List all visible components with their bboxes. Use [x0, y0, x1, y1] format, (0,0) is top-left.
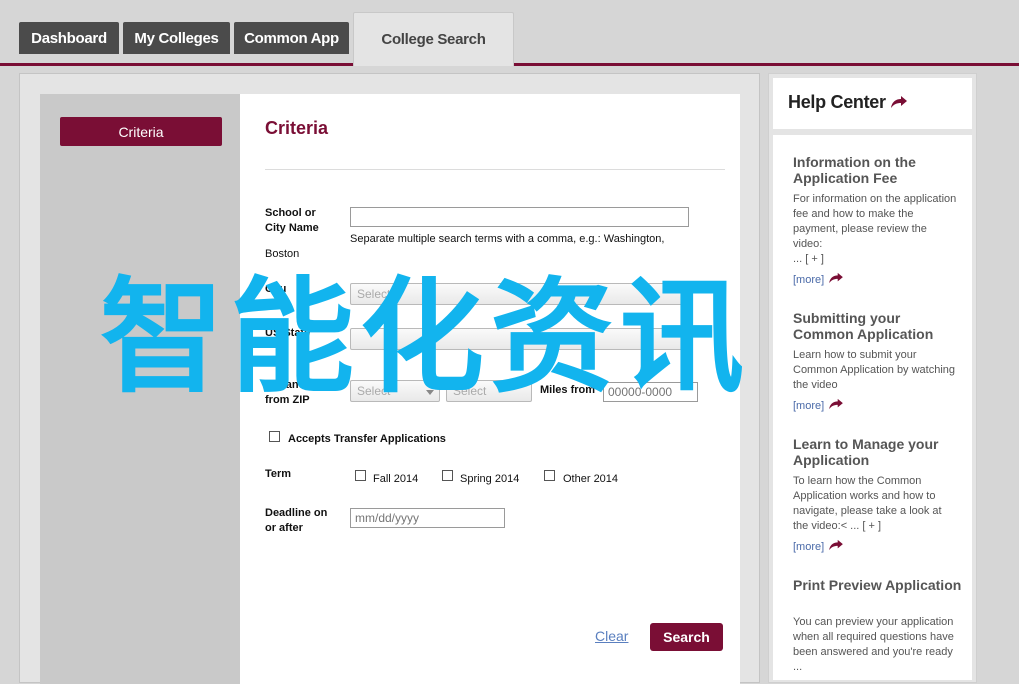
more-link[interactable]: [more] [793, 272, 845, 286]
divider [265, 169, 725, 170]
share-arrow-icon [829, 272, 844, 284]
term-other-checkbox[interactable] [544, 470, 555, 481]
school-input[interactable] [350, 207, 689, 227]
more-link[interactable]: [more] [793, 398, 845, 412]
more-link-text: [more] [793, 541, 825, 553]
term-spring-label: Spring 2014 [460, 473, 520, 485]
help-item-ellipsis[interactable]: ... [ + ] [793, 252, 958, 267]
help-item-text: For information on the application fee a… [793, 193, 957, 250]
help-center-title: Help Center [788, 92, 908, 113]
more-link-text: [more] [793, 400, 825, 412]
tab-dashboard[interactable]: Dashboard [19, 22, 119, 54]
term-other-label: Other 2014 [563, 473, 619, 485]
search-button[interactable]: Search [650, 623, 723, 651]
deadline-label: Deadline on or after [265, 506, 327, 536]
deadline-input[interactable] [350, 508, 505, 528]
school-label-line-1: School or [265, 207, 316, 219]
criteria-button[interactable]: Criteria [60, 117, 222, 146]
school-label: School or City Name [265, 206, 319, 236]
school-label-line-2: City Name [265, 222, 319, 234]
more-link-text: [more] [793, 274, 825, 286]
term-fall-checkbox[interactable] [355, 470, 366, 481]
tab-common-app[interactable]: Common App [234, 22, 349, 54]
school-hint-continued: Boston [265, 248, 300, 260]
term-label: Term [265, 468, 292, 480]
transfer-checkbox[interactable] [269, 431, 280, 442]
share-arrow-icon [829, 398, 844, 410]
school-hint: Separate multiple search terms with a co… [350, 233, 665, 245]
help-item-title[interactable]: Submitting your Common Application [793, 310, 963, 342]
deadline-label-line-2: or after [265, 522, 303, 534]
term-fall-label: Fall 2014 [373, 473, 419, 485]
help-item-title[interactable]: Learn to Manage your Application [793, 436, 963, 468]
share-arrow-icon [829, 539, 844, 551]
tab-my-colleges[interactable]: My Colleges [123, 22, 230, 54]
help-center-title-text: Help Center [788, 92, 886, 112]
watermark-text: 智能化资讯 [100, 266, 751, 410]
term-spring-checkbox[interactable] [442, 470, 453, 481]
help-item-text: You can preview your application when al… [793, 616, 954, 673]
share-arrow-icon [891, 96, 908, 108]
clear-link[interactable]: Clear [595, 628, 628, 644]
page-title: Criteria [265, 118, 329, 138]
help-item-text: Learn how to submit your Common Applicat… [793, 349, 956, 391]
tab-college-search[interactable]: College Search [353, 12, 514, 66]
transfer-label: Accepts Transfer Applications [288, 433, 446, 445]
more-link[interactable]: [more] [793, 539, 845, 553]
help-item-title[interactable]: Information on the Application Fee [793, 154, 963, 186]
help-item-title[interactable]: Print Preview Application [793, 577, 963, 593]
help-item-text: To learn how the Common Application work… [793, 475, 942, 532]
deadline-label-line-1: Deadline on [265, 507, 328, 519]
